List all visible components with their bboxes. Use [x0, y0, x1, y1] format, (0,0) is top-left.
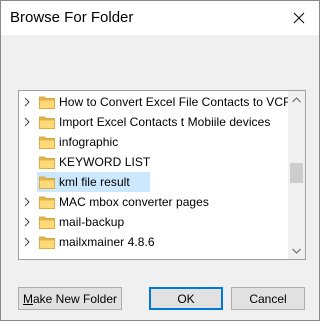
folder-icon — [39, 196, 55, 209]
folder-tree[interactable]: How to Convert Excel File Contacts to VC… — [18, 90, 306, 260]
scroll-up-button[interactable] — [288, 91, 305, 108]
tree-item[interactable]: MAC mbox converter pages — [19, 192, 285, 212]
tree-item-label: KEYWORD LIST — [59, 155, 151, 169]
tree-item[interactable]: KEYWORD LIST — [19, 152, 285, 172]
chevron-up-icon — [292, 96, 301, 102]
tree-item-label: Import Excel Contacts t Mobiile devices — [59, 115, 271, 129]
folder-icon — [39, 116, 55, 129]
folder-icon — [39, 216, 55, 229]
close-button[interactable] — [279, 1, 319, 35]
tree-item[interactable]: Import Excel Contacts t Mobiile devices — [19, 112, 285, 132]
browse-for-folder-dialog: Browse For Folder How to Convert Excel F… — [0, 0, 320, 321]
ok-label: OK — [177, 291, 195, 306]
folder-icon — [39, 156, 55, 169]
title-bar: Browse For Folder — [1, 1, 319, 35]
chevron-down-icon — [292, 248, 301, 254]
tree-item-label: MAC mbox converter pages — [59, 195, 209, 209]
folder-icon — [39, 236, 55, 249]
chevron-right-icon[interactable] — [22, 117, 32, 127]
tree-item-label: mail-backup — [59, 215, 125, 229]
vertical-scrollbar[interactable] — [288, 91, 305, 259]
folder-icon — [39, 96, 55, 109]
tree-item-label: How to Convert Excel File Contacts to VC… — [59, 95, 298, 109]
tree-item-label: infographic — [59, 135, 119, 149]
make-new-folder-label: ake New Folder — [32, 291, 118, 306]
chevron-right-icon[interactable] — [22, 97, 32, 107]
folder-icon — [39, 176, 55, 189]
chevron-right-icon[interactable] — [22, 197, 32, 207]
close-x-icon — [293, 12, 305, 24]
dialog-title: Browse For Folder — [10, 9, 134, 26]
tree-item[interactable]: infographic — [19, 132, 285, 152]
tree-item[interactable]: mail-backup — [19, 212, 285, 232]
cancel-label: Cancel — [249, 291, 287, 306]
tree-item-label: mailxmainer 4.8.6 — [59, 235, 155, 249]
tree-item[interactable]: mailxmainer 4.8.6 — [19, 232, 285, 252]
chevron-right-icon[interactable] — [22, 237, 32, 247]
folder-icon — [39, 136, 55, 149]
make-new-folder-mnemonic: M — [22, 291, 33, 306]
make-new-folder-button[interactable]: Make New Folder — [18, 287, 122, 310]
scroll-thumb[interactable] — [290, 163, 303, 183]
scroll-down-button[interactable] — [288, 242, 305, 259]
chevron-right-icon[interactable] — [22, 217, 32, 227]
cancel-button[interactable]: Cancel — [231, 287, 305, 310]
tree-item-label: kml file result — [59, 175, 130, 189]
tree-item[interactable]: kml file result — [19, 172, 285, 192]
tree-item[interactable]: How to Convert Excel File Contacts to VC… — [19, 92, 298, 112]
ok-button[interactable]: OK — [149, 287, 223, 310]
